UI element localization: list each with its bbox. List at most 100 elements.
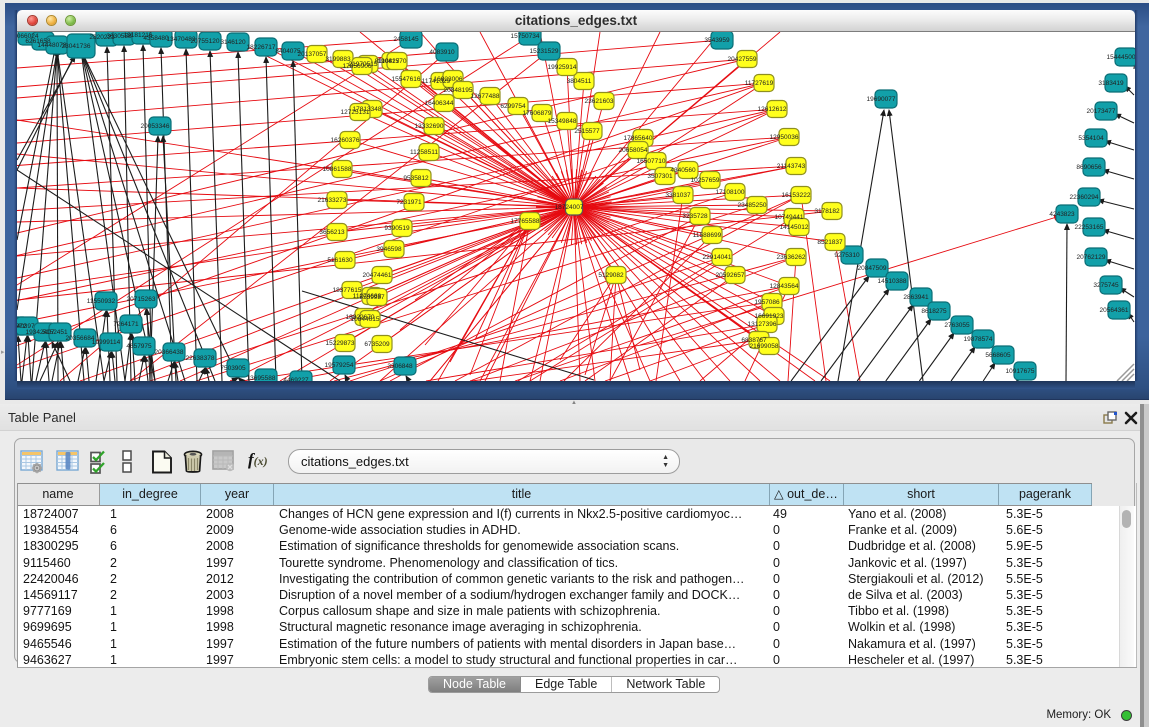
svg-text:7231971: 7231971 bbox=[396, 199, 422, 206]
svg-text:21143743: 21143743 bbox=[777, 163, 806, 170]
svg-text:23636262: 23636262 bbox=[777, 254, 806, 261]
svg-text:18724007: 18724007 bbox=[555, 204, 584, 211]
svg-text:14510388: 14510388 bbox=[878, 278, 907, 285]
svg-text:4083910: 4083910 bbox=[429, 49, 455, 56]
svg-text:22914041: 22914041 bbox=[703, 254, 732, 261]
svg-text:18226717: 18226717 bbox=[247, 44, 276, 51]
svg-text:20137057: 20137057 bbox=[298, 51, 327, 58]
svg-text:22638378: 22638378 bbox=[186, 355, 215, 362]
svg-text:3275745: 3275745 bbox=[1093, 282, 1119, 289]
svg-text:3306848: 3306848 bbox=[387, 363, 413, 370]
svg-text:12950036: 12950036 bbox=[770, 134, 799, 141]
svg-text:1957086: 1957086 bbox=[754, 299, 780, 306]
svg-text:20474461: 20474461 bbox=[363, 272, 392, 279]
svg-text:3146120: 3146120 bbox=[220, 39, 246, 46]
svg-text:11727619: 11727619 bbox=[745, 80, 774, 87]
svg-text:23621603: 23621603 bbox=[585, 98, 614, 105]
svg-text:6735209: 6735209 bbox=[364, 341, 390, 348]
svg-text:20847509: 20847509 bbox=[858, 265, 887, 272]
svg-text:3507301: 3507301 bbox=[647, 173, 673, 180]
svg-text:3183419: 3183419 bbox=[1098, 80, 1124, 87]
svg-text:20658054: 20658054 bbox=[619, 147, 648, 154]
svg-text:19690077: 19690077 bbox=[867, 96, 896, 103]
svg-text:11258511: 11258511 bbox=[410, 149, 438, 156]
svg-text:5668605: 5668605 bbox=[985, 352, 1011, 359]
svg-text:3804511: 3804511 bbox=[567, 78, 592, 85]
svg-text:4657975: 4657975 bbox=[126, 343, 152, 350]
svg-text:14145012: 14145012 bbox=[780, 224, 809, 231]
svg-text:13127396: 13127396 bbox=[748, 321, 777, 328]
svg-text:3178182: 3178182 bbox=[814, 208, 840, 215]
svg-text:4340560: 4340560 bbox=[670, 167, 696, 174]
svg-text:18377615: 18377615 bbox=[333, 287, 362, 294]
svg-text:7503905: 7503905 bbox=[220, 365, 246, 372]
svg-text:2515577: 2515577 bbox=[574, 128, 600, 135]
svg-text:5354104: 5354104 bbox=[1078, 135, 1104, 142]
svg-text:21699058: 21699058 bbox=[750, 343, 779, 350]
svg-text:5129082: 5129082 bbox=[598, 272, 624, 279]
svg-text:3946598: 3946598 bbox=[376, 246, 402, 253]
svg-text:15444500: 15444500 bbox=[1107, 54, 1135, 61]
svg-text:10917675: 10917675 bbox=[1006, 368, 1035, 375]
svg-text:16260376: 16260376 bbox=[331, 137, 360, 144]
svg-text:16823006: 16823006 bbox=[434, 76, 463, 83]
svg-text:19878574: 19878574 bbox=[964, 336, 993, 343]
svg-text:12843564: 12843564 bbox=[770, 283, 799, 290]
svg-text:3235728: 3235728 bbox=[682, 213, 708, 220]
svg-text:3199883: 3199883 bbox=[325, 56, 351, 63]
svg-text:20173477: 20173477 bbox=[1087, 108, 1116, 115]
svg-text:17856906: 17856906 bbox=[343, 63, 372, 70]
svg-text:22253165: 22253165 bbox=[1075, 224, 1104, 231]
svg-text:3381037: 3381037 bbox=[665, 192, 691, 199]
svg-text:16406344: 16406344 bbox=[425, 100, 454, 107]
svg-text:6299754: 6299754 bbox=[500, 103, 526, 110]
svg-text:19999114: 19999114 bbox=[92, 339, 121, 346]
svg-text:20762129: 20762129 bbox=[1077, 254, 1106, 261]
svg-text:15750734: 15750734 bbox=[511, 33, 540, 40]
svg-text:2763055: 2763055 bbox=[944, 322, 970, 329]
svg-text:12612612: 12612612 bbox=[758, 106, 787, 113]
svg-text:9535812: 9535812 bbox=[403, 175, 429, 182]
svg-text:20427559: 20427559 bbox=[728, 56, 757, 63]
svg-text:8690656: 8690656 bbox=[1076, 164, 1102, 171]
svg-text:3543959: 3543959 bbox=[704, 37, 730, 44]
svg-text:2863941: 2863941 bbox=[903, 294, 929, 301]
svg-text:4243823: 4243823 bbox=[1049, 211, 1075, 218]
svg-text:17765588: 17765588 bbox=[511, 218, 540, 225]
svg-text:19925914: 19925914 bbox=[548, 64, 577, 71]
svg-text:3656213: 3656213 bbox=[319, 229, 345, 236]
svg-text:15547616: 15547616 bbox=[392, 76, 421, 83]
svg-text:15231529: 15231529 bbox=[530, 48, 559, 55]
svg-text:10861588: 10861588 bbox=[323, 166, 352, 173]
svg-text:10844615: 10844615 bbox=[351, 316, 380, 323]
svg-text:16691923: 16691923 bbox=[755, 313, 784, 320]
svg-text:7264171: 7264171 bbox=[113, 321, 139, 328]
svg-text:4358480: 4358480 bbox=[143, 35, 169, 42]
svg-text:15229873: 15229873 bbox=[326, 340, 355, 347]
svg-text:22360294: 22360294 bbox=[1070, 194, 1099, 201]
svg-text:5152451: 5152451 bbox=[42, 329, 68, 336]
svg-text:20356684: 20356684 bbox=[66, 335, 95, 342]
svg-text:16507710: 16507710 bbox=[637, 158, 666, 165]
svg-text:20848195: 20848195 bbox=[444, 87, 473, 94]
svg-text:19579254: 19579254 bbox=[325, 362, 354, 369]
svg-text:21633273: 21633273 bbox=[318, 197, 347, 204]
svg-text:9390519: 9390519 bbox=[384, 225, 410, 232]
svg-text:10749441: 10749441 bbox=[775, 214, 804, 221]
svg-text:13332690: 13332690 bbox=[415, 123, 444, 130]
svg-text:8618275: 8618275 bbox=[921, 308, 947, 315]
svg-text:5539937: 5539937 bbox=[359, 294, 385, 301]
svg-text:9275310: 9275310 bbox=[834, 252, 860, 259]
svg-text:20715263: 20715263 bbox=[127, 296, 156, 303]
svg-text:19041570: 19041570 bbox=[378, 58, 407, 65]
svg-text:17865640: 17865640 bbox=[624, 135, 653, 142]
svg-text:12677488: 12677488 bbox=[471, 93, 500, 100]
svg-text:20592657: 20592657 bbox=[716, 272, 745, 279]
svg-text:11550932: 11550932 bbox=[87, 298, 116, 305]
svg-text:20755120: 20755120 bbox=[191, 38, 220, 45]
svg-text:17108100: 17108100 bbox=[716, 189, 745, 196]
svg-text:23485250: 23485250 bbox=[738, 202, 767, 209]
svg-text:20053346: 20053346 bbox=[141, 123, 170, 130]
svg-text:2458145: 2458145 bbox=[393, 36, 419, 43]
svg-text:23041736: 23041736 bbox=[62, 43, 91, 50]
